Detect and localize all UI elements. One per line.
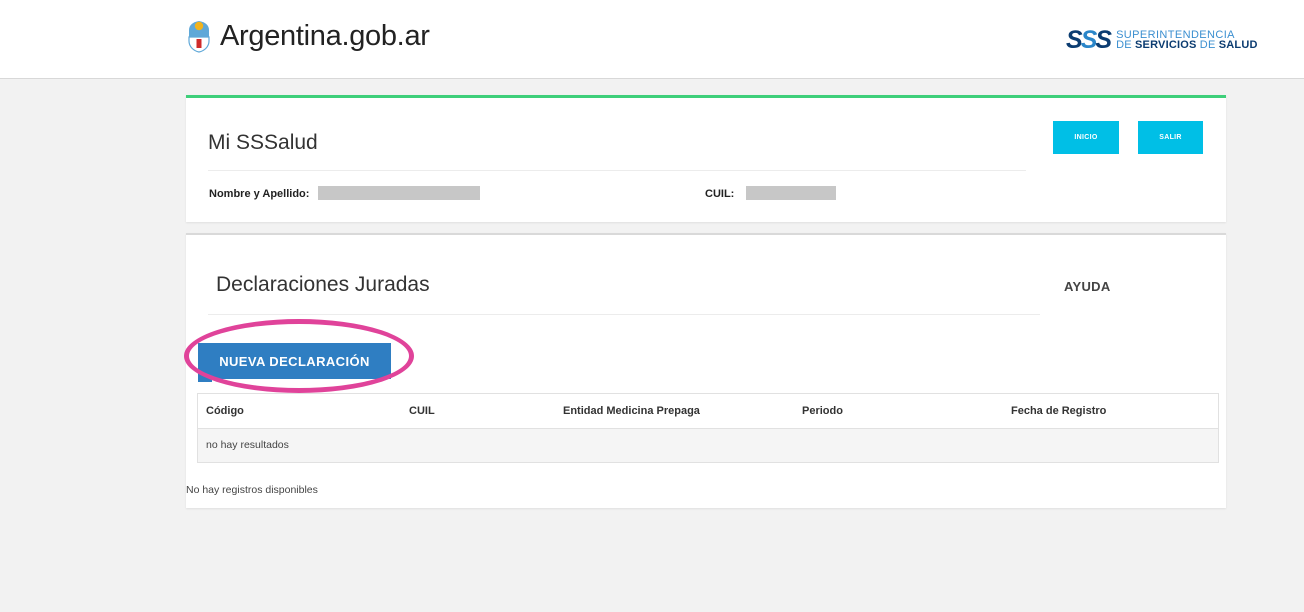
profile-card: Mi SSSalud INICIO SALIR Nombre y Apellid… (186, 95, 1226, 222)
table-row: no hay resultados (198, 429, 1218, 462)
new-declaration-button[interactable]: NUEVA DECLARACIÓN (198, 343, 391, 379)
button-edge (198, 379, 212, 382)
site-header: Argentina.gob.ar SSS SUPERINTENDENCIA DE… (0, 0, 1304, 79)
column-header-entidad[interactable]: Entidad Medicina Prepaga (563, 405, 700, 417)
argentina-brand[interactable]: Argentina.gob.ar (186, 18, 430, 54)
help-link[interactable]: AYUDA (1064, 279, 1111, 294)
empty-result-text: no hay resultados (206, 439, 289, 451)
argentina-shield-icon (188, 21, 210, 53)
table-header: Código CUIL Entidad Medicina Prepaga Per… (198, 394, 1218, 429)
declarations-table: Código CUIL Entidad Medicina Prepaga Per… (197, 393, 1219, 463)
sss-logo-mark: SSS (1066, 26, 1112, 54)
page-title: Mi SSSalud (208, 131, 318, 154)
section-title: Declaraciones Juradas (216, 273, 430, 296)
no-records-note: No hay registros disponibles (186, 484, 318, 496)
divider (208, 314, 1040, 315)
declarations-card: Declaraciones Juradas AYUDA NUEVA DECLAR… (184, 233, 1226, 508)
column-header-fecha[interactable]: Fecha de Registro (1011, 405, 1106, 417)
column-header-periodo[interactable]: Periodo (802, 405, 843, 417)
salir-button[interactable]: SALIR (1138, 121, 1203, 154)
name-label: Nombre y Apellido: (209, 188, 310, 200)
superintendencia-logo: SSS SUPERINTENDENCIA DE SERVICIOS DE SAL… (1066, 24, 1258, 56)
divider (208, 170, 1026, 171)
inicio-button[interactable]: INICIO (1053, 121, 1119, 154)
site-name: Argentina.gob.ar (220, 19, 430, 52)
column-header-codigo[interactable]: Código (206, 405, 244, 417)
column-header-cuil[interactable]: CUIL (409, 405, 435, 417)
redacted-name (318, 186, 480, 200)
sss-logo-line2: DE SERVICIOS DE SALUD (1116, 39, 1258, 51)
cuil-label: CUIL: (705, 188, 735, 200)
sss-logo-text: SUPERINTENDENCIA DE SERVICIOS DE SALUD (1116, 30, 1258, 51)
redacted-cuil (746, 186, 836, 200)
